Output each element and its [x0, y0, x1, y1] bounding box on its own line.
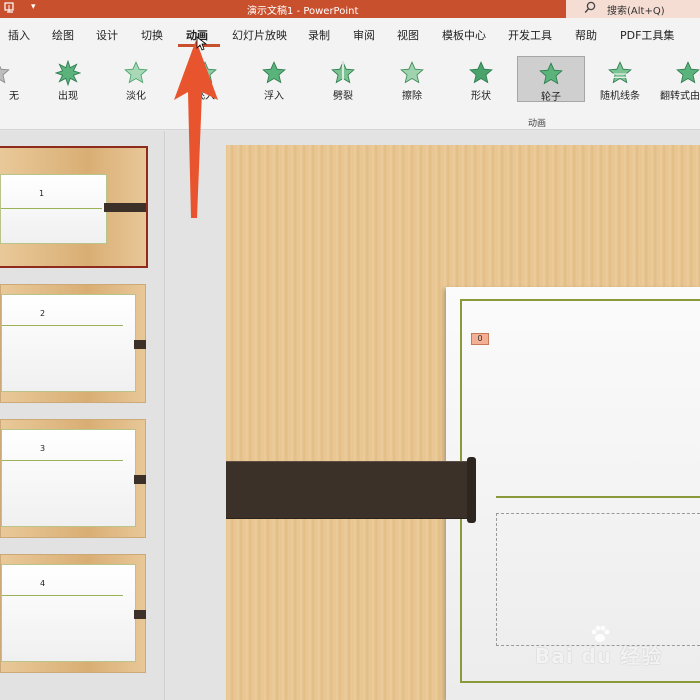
slide[interactable]: 0 — [226, 145, 700, 700]
tab-record[interactable]: 录制 — [308, 27, 330, 43]
title-bar: ▾ 演示文稿1 - PowerPoint 搜索(Alt+Q) — [0, 0, 700, 18]
star-lines-icon — [608, 61, 632, 84]
tab-help[interactable]: 帮助 — [575, 27, 597, 43]
star-burst-icon — [55, 60, 81, 86]
animation-wheel-button[interactable]: 轮子 — [517, 56, 585, 103]
tab-slideshow[interactable]: 幻灯片放映 — [232, 27, 287, 43]
animation-appear-button[interactable]: 出现 — [38, 56, 98, 102]
strap-end — [467, 457, 476, 523]
star-wheel-icon — [539, 62, 563, 85]
tab-review[interactable]: 审阅 — [353, 27, 375, 43]
star-split-icon — [331, 61, 355, 84]
ribbon-tabs: 插入 绘图 设计 切换 动画 幻灯片放映 录制 审阅 视图 模板中心 开发工具 … — [0, 18, 700, 48]
tab-pdf-tools[interactable]: PDF工具集 — [620, 27, 674, 43]
slide-thumbnail-panel[interactable]: 1 2 3 4 — [0, 131, 165, 700]
tab-view[interactable]: 视图 — [397, 27, 419, 43]
star-flip-icon — [676, 61, 700, 84]
slide-canvas[interactable]: 0 — [166, 131, 700, 700]
search-icon — [584, 1, 596, 13]
mouse-cursor-icon — [196, 36, 208, 51]
star-wipe-icon — [400, 61, 424, 84]
tab-transitions[interactable]: 切换 — [141, 27, 163, 43]
slide-thumbnail-2[interactable]: 2 — [0, 284, 146, 403]
document-title: 演示文稿1 - PowerPoint — [247, 6, 359, 17]
animation-none-button[interactable]: 无 — [0, 56, 28, 102]
animation-wipe-button[interactable]: 擦除 — [382, 56, 442, 102]
animation-random-lines-button[interactable]: 随机线条 — [590, 56, 650, 102]
slide-thumbnail-3[interactable]: 3 — [0, 419, 146, 538]
quick-access-dropdown-icon[interactable]: ▾ — [31, 2, 36, 12]
tab-design[interactable]: 设计 — [96, 27, 118, 43]
watermark: Bai du 经验 — [535, 622, 665, 670]
slide-thumbnail-1[interactable]: 1 — [0, 146, 148, 268]
star-float-icon — [262, 61, 286, 84]
animation-order-tag[interactable]: 0 — [471, 333, 489, 345]
animation-split-button[interactable]: 劈裂 — [313, 56, 373, 102]
ribbon-animations-group: 无 出现 淡化 飞入 浮入 劈裂 擦除 形状 轮子 随机线条 翻转式由远及近 动… — [0, 48, 700, 130]
animation-float-in-button[interactable]: 浮入 — [244, 56, 304, 102]
search-input[interactable]: 搜索(Alt+Q) — [607, 2, 665, 17]
search-box[interactable]: 搜索(Alt+Q) — [566, 0, 700, 18]
quick-access-icon[interactable] — [4, 2, 16, 17]
group-label-animation: 动画 — [528, 119, 547, 129]
star-gray-icon — [0, 65, 10, 84]
animation-flip-button[interactable]: 翻转式由远及近 — [658, 56, 700, 102]
star-shape-icon — [469, 61, 493, 84]
tab-template-center[interactable]: 模板中心 — [442, 27, 486, 43]
tab-draw[interactable]: 绘图 — [52, 27, 74, 43]
animation-fade-button[interactable]: 淡化 — [106, 56, 166, 102]
animation-shape-button[interactable]: 形状 — [451, 56, 511, 102]
star-fade-icon — [124, 61, 148, 84]
leather-strap — [226, 461, 472, 519]
slide-thumbnail-4[interactable]: 4 — [0, 554, 146, 673]
title-underline — [496, 496, 700, 498]
pointer-arrow-icon — [174, 40, 218, 218]
tab-insert[interactable]: 插入 — [8, 27, 30, 43]
tab-developer[interactable]: 开发工具 — [508, 27, 552, 43]
